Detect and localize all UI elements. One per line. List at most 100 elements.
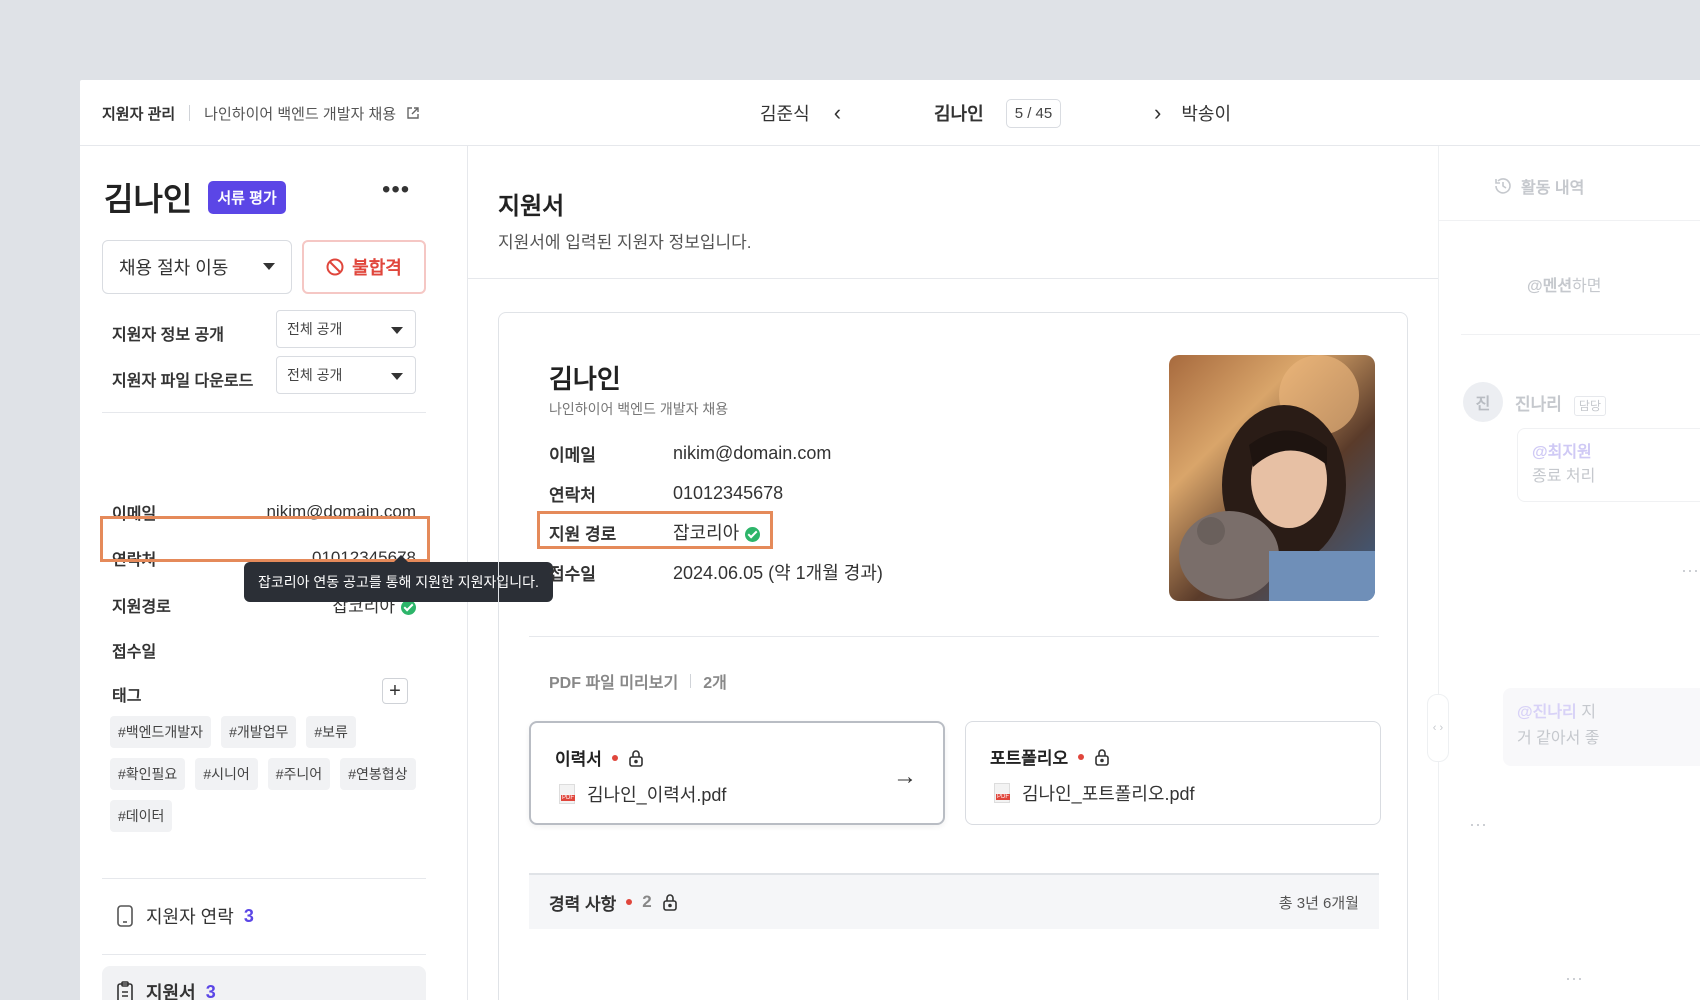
perm-info-value: 전체 공개 bbox=[287, 321, 343, 337]
comment-text: 거 같아서 좋 bbox=[1517, 730, 1600, 747]
file-title: 포트폴리오 bbox=[990, 749, 1069, 768]
activity-title: 활동 내역 bbox=[1521, 180, 1585, 197]
file-name: 김나인_이력서.pdf bbox=[587, 785, 727, 805]
file-title-row: 포트폴리오 bbox=[990, 744, 1110, 769]
breadcrumb-job[interactable]: 나인하이어 백엔드 개발자 채용 bbox=[204, 103, 396, 124]
app-window: 지원자 관리 나인하이어 백엔드 개발자 채용 김준식 ‹ 김나인 5 / 45… bbox=[80, 80, 1700, 1000]
page-subtitle: 지원서에 입력된 지원자 정보입니다. bbox=[498, 233, 752, 252]
applicant-header: 김나인 서류 평가 bbox=[104, 174, 286, 220]
career-count: 2 bbox=[642, 892, 652, 911]
file-card-portfolio[interactable]: 포트폴리오 김나인_포트폴리오.pdf bbox=[965, 721, 1381, 825]
history-icon bbox=[1495, 178, 1511, 194]
avatar: 진 bbox=[1463, 382, 1503, 422]
comment-text: 지 bbox=[1576, 704, 1596, 721]
comment-author: 진나리 bbox=[1515, 395, 1562, 414]
tag-chip[interactable]: #개발업무 bbox=[221, 716, 297, 748]
lock-icon bbox=[629, 749, 643, 767]
more-options-icon[interactable]: ··· bbox=[1565, 968, 1583, 989]
required-dot bbox=[1078, 753, 1085, 760]
stage-badge: 서류 평가 bbox=[208, 180, 286, 214]
prev-applicant-name[interactable]: 김준식 bbox=[760, 100, 810, 126]
perm-info-label: 지원자 정보 공개 bbox=[112, 327, 224, 344]
perm-file-label: 지원자 파일 다운로드 bbox=[112, 373, 254, 390]
divider bbox=[1439, 220, 1700, 221]
applicant-photo bbox=[1169, 355, 1375, 601]
tag-chip[interactable]: #주니어 bbox=[267, 758, 331, 790]
comment-mention[interactable]: @진나리 bbox=[1517, 704, 1577, 721]
chevron-right-icon[interactable]: › bbox=[1154, 100, 1161, 126]
next-applicant-name[interactable]: 박송이 bbox=[1181, 100, 1231, 126]
sidebar-item-application[interactable]: 지원서 3 bbox=[102, 966, 426, 1000]
comment-author-tag: 담당 bbox=[1573, 396, 1607, 416]
ban-icon bbox=[326, 258, 344, 276]
tag-chip[interactable]: #연봉협상 bbox=[340, 758, 416, 790]
pdf-preview-label: PDF 파일 미리보기 bbox=[549, 675, 679, 692]
perm-info-select[interactable]: 전체 공개 bbox=[276, 310, 416, 348]
pdf-count: 2개 bbox=[703, 675, 727, 692]
current-applicant-name: 김나인 bbox=[934, 104, 984, 124]
sidebar-item-label: 지원자 연락 bbox=[146, 907, 234, 927]
reject-button[interactable]: 불합격 bbox=[302, 240, 426, 294]
activity-panel: ‹ › 활동 내역 @멘션하면 진 진나리 담당 @최지원 종료 처리 ··· ·… bbox=[1427, 146, 1700, 1000]
career-label: 경력 사항 bbox=[549, 894, 617, 914]
divider bbox=[690, 674, 692, 688]
caret-down-icon bbox=[391, 373, 403, 380]
source-label: 지원경로 bbox=[112, 598, 171, 616]
phone-icon bbox=[117, 905, 133, 927]
breadcrumb-root[interactable]: 지원자 관리 bbox=[102, 103, 175, 124]
move-stage-label: 채용 절차 이동 bbox=[119, 258, 229, 278]
divider bbox=[1461, 334, 1700, 335]
move-stage-dropdown[interactable]: 채용 절차 이동 bbox=[102, 240, 292, 294]
panel-resize-handle[interactable]: ‹ › bbox=[1427, 694, 1449, 762]
card-received-value: 2024.06.05 (약 1개월 경과) bbox=[673, 563, 883, 583]
page-title: 지원서 bbox=[498, 193, 565, 220]
portrait-image bbox=[1179, 355, 1375, 601]
add-tag-button[interactable]: + bbox=[382, 678, 408, 704]
pdf-file-icon bbox=[994, 783, 1010, 803]
source-highlight bbox=[100, 516, 430, 562]
career-section-header[interactable]: 경력 사항 2 총 3년 6개월 bbox=[529, 873, 1379, 929]
more-options-icon[interactable]: ··· bbox=[1681, 560, 1699, 581]
breadcrumb-divider bbox=[189, 105, 191, 121]
perm-file-select[interactable]: 전체 공개 bbox=[276, 356, 416, 394]
tag-chip[interactable]: #백엔드개발자 bbox=[110, 716, 212, 748]
next-applicant[interactable]: › 박송이 bbox=[1154, 80, 1231, 146]
tag-chip[interactable]: #보류 bbox=[306, 716, 356, 748]
file-name-row: 김나인_이력서.pdf bbox=[559, 781, 726, 807]
mention-hint: @멘션하면 bbox=[1527, 272, 1602, 296]
tag-chip[interactable]: #확인필요 bbox=[110, 758, 186, 790]
perm-file-row: 지원자 파일 다운로드 bbox=[112, 360, 253, 398]
card-email-value: nikim@domain.com bbox=[673, 443, 832, 463]
applicant-sidebar: 김나인 서류 평가 ••• 채용 절차 이동 불합격 지원자 정보 공개 전체 … bbox=[80, 146, 553, 1000]
applicant-counter: 5 / 45 bbox=[1005, 98, 1062, 128]
main-content: 지원서 지원서에 입력된 지원자 정보입니다. 김나인 나인하이어 백엔드 개발… bbox=[468, 146, 1438, 1000]
tag-chip[interactable]: #시니어 bbox=[195, 758, 258, 790]
sidebar-item-contact[interactable]: 지원자 연락 3 bbox=[102, 890, 426, 942]
received-row: 접수일 bbox=[112, 638, 416, 662]
caret-down-icon bbox=[391, 327, 403, 334]
tag-chip[interactable]: #데이터 bbox=[110, 800, 173, 832]
divider bbox=[102, 412, 426, 413]
card-email-label: 이메일 bbox=[549, 446, 596, 465]
comment-mention[interactable]: @최지원 bbox=[1532, 441, 1700, 465]
arrow-right-icon[interactable]: → bbox=[893, 763, 917, 791]
more-options-icon[interactable]: ··· bbox=[1469, 814, 1487, 835]
career-title-row: 경력 사항 2 bbox=[549, 890, 678, 915]
file-card-resume[interactable]: 이력서 김나인_이력서.pdf → bbox=[529, 721, 945, 825]
verified-check-icon bbox=[401, 600, 416, 616]
mention-hint-at: @멘션 bbox=[1527, 278, 1573, 295]
comment-text: 종료 처리 bbox=[1532, 468, 1596, 485]
activity-header[interactable]: 활동 내역 bbox=[1493, 174, 1584, 198]
divider bbox=[102, 878, 426, 879]
chevron-left-icon[interactable]: ‹ bbox=[834, 100, 841, 126]
pdf-preview-header: PDF 파일 미리보기 2개 bbox=[549, 669, 727, 693]
more-options-icon[interactable]: ••• bbox=[382, 176, 410, 204]
card-received-label: 접수일 bbox=[549, 564, 596, 584]
career-total: 총 3년 6개월 bbox=[1278, 894, 1359, 912]
card-phone-row: 연락처 01012345678 bbox=[549, 481, 783, 506]
perm-info-row: 지원자 정보 공개 bbox=[112, 314, 224, 352]
external-link-icon[interactable] bbox=[406, 106, 420, 120]
file-name: 김나인_포트폴리오.pdf bbox=[1022, 784, 1195, 804]
prev-applicant[interactable]: 김준식 ‹ bbox=[760, 80, 841, 146]
sidebar-item-count: 3 bbox=[205, 981, 216, 1000]
